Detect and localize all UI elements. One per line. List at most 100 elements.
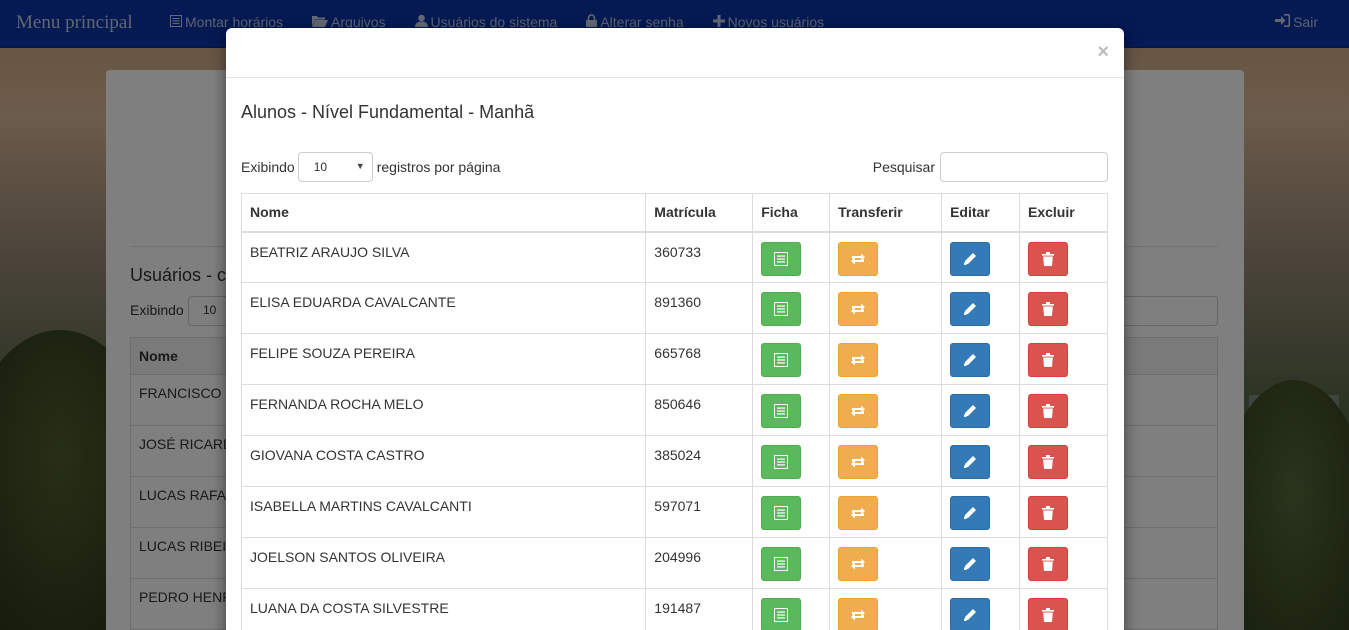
excluir-button[interactable]: [1028, 445, 1068, 479]
student-name: JOELSON SANTOS OLIVEIRA: [240, 537, 647, 589]
ficha-button[interactable]: [761, 496, 802, 530]
retweet-icon: [850, 557, 866, 571]
editar-cell: [941, 537, 1020, 589]
modal-header: ×: [226, 28, 1124, 78]
table-row: FERNANDA ROCHA MELO 850646: [240, 384, 1108, 436]
transferir-button[interactable]: [838, 445, 879, 479]
column-header-editar: Editar: [941, 193, 1020, 233]
ficha-cell: [752, 486, 831, 538]
search-label: Pesquisar: [872, 159, 935, 175]
column-header-ficha: Ficha: [752, 193, 831, 233]
transferir-cell: [829, 231, 943, 283]
excluir-button[interactable]: [1028, 547, 1068, 581]
editar-button[interactable]: [950, 445, 991, 479]
excluir-cell: [1019, 486, 1108, 538]
trash-icon: [1042, 506, 1054, 520]
excluir-cell: [1019, 588, 1108, 630]
close-icon[interactable]: ×: [1097, 41, 1109, 64]
transferir-cell: [829, 384, 943, 436]
pencil-icon: [963, 404, 977, 418]
excluir-button[interactable]: [1028, 241, 1068, 276]
search-input[interactable]: [940, 152, 1108, 182]
editar-button[interactable]: [950, 394, 991, 428]
excluir-button[interactable]: [1028, 598, 1068, 630]
excluir-button[interactable]: [1028, 343, 1068, 377]
retweet-icon: [850, 353, 866, 367]
excluir-cell: [1019, 537, 1108, 589]
ficha-cell: [752, 231, 831, 283]
editar-button[interactable]: [950, 547, 991, 581]
table-row: GIOVANA COSTA CASTRO 385024: [240, 435, 1108, 487]
trash-icon: [1042, 404, 1054, 418]
excluir-button[interactable]: [1028, 292, 1068, 326]
ficha-button[interactable]: [761, 292, 802, 326]
ficha-button[interactable]: [761, 343, 802, 377]
student-name: GIOVANA COSTA CASTRO: [240, 435, 647, 487]
column-header-excluir: Excluir: [1019, 193, 1108, 233]
pencil-icon: [963, 557, 977, 571]
excluir-cell: [1019, 384, 1108, 436]
excluir-cell: [1019, 333, 1108, 385]
ficha-cell: [752, 282, 831, 334]
transferir-button[interactable]: [838, 547, 879, 581]
editar-cell: [941, 384, 1020, 436]
student-registration: 597071: [645, 486, 754, 538]
transferir-button[interactable]: [838, 241, 879, 276]
table-row: ISABELLA MARTINS CAVALCANTI 597071: [240, 486, 1108, 538]
list-alt-icon: [774, 251, 789, 266]
trash-icon: [1042, 608, 1054, 622]
search-control: Pesquisar: [873, 152, 1108, 182]
retweet-icon: [850, 302, 866, 316]
transferir-button[interactable]: [838, 598, 879, 630]
ficha-button[interactable]: [761, 241, 802, 276]
student-registration: 665768: [645, 333, 754, 385]
list-alt-icon: [774, 506, 789, 520]
pencil-icon: [963, 506, 977, 520]
ficha-button[interactable]: [761, 445, 802, 479]
ficha-button[interactable]: [761, 394, 802, 428]
transferir-button[interactable]: [838, 343, 879, 377]
editar-button[interactable]: [950, 292, 991, 326]
editar-button[interactable]: [950, 496, 991, 530]
transferir-button[interactable]: [838, 394, 879, 428]
student-registration: 850646: [645, 384, 754, 436]
list-alt-icon: [774, 608, 789, 622]
editar-button[interactable]: [950, 241, 991, 276]
length-suffix: registros por página: [376, 159, 501, 175]
table-header-row: Nome Matrícula Ficha Transferir Editar E…: [240, 193, 1108, 233]
table-row: LUANA DA COSTA SILVESTRE 191487: [240, 588, 1108, 630]
editar-button[interactable]: [950, 598, 991, 630]
modal-title: Alunos - Nível Fundamental - Manhã: [241, 102, 535, 122]
ficha-cell: [752, 384, 831, 436]
transferir-cell: [829, 486, 943, 538]
editar-cell: [941, 282, 1020, 334]
trash-icon: [1042, 557, 1054, 571]
ficha-cell: [752, 333, 831, 385]
student-name: ELISA EDUARDA CAVALCANTE: [240, 282, 647, 334]
retweet-icon: [850, 455, 866, 469]
ficha-cell: [752, 588, 831, 630]
student-registration: 360733: [645, 231, 754, 283]
retweet-icon: [850, 506, 866, 520]
ficha-button[interactable]: [761, 547, 802, 581]
excluir-button[interactable]: [1028, 496, 1068, 530]
table-row: JOELSON SANTOS OLIVEIRA 204996: [240, 537, 1108, 589]
column-header-matricula[interactable]: Matrícula: [645, 193, 754, 233]
column-header-nome[interactable]: Nome: [240, 193, 647, 233]
transferir-button[interactable]: [838, 292, 879, 326]
editar-cell: [941, 231, 1020, 283]
retweet-icon: [850, 404, 866, 418]
excluir-button[interactable]: [1028, 394, 1068, 428]
ficha-cell: [752, 435, 831, 487]
transferir-cell: [829, 333, 943, 385]
table-row: BEATRIZ ARAUJO SILVA 360733: [240, 231, 1108, 283]
trash-icon: [1042, 353, 1054, 367]
transferir-cell: [829, 435, 943, 487]
ficha-button[interactable]: [761, 598, 802, 630]
transferir-button[interactable]: [838, 496, 879, 530]
editar-button[interactable]: [950, 343, 991, 377]
excluir-cell: [1019, 435, 1108, 487]
page-size-select[interactable]: 10 ▼: [297, 152, 373, 182]
pencil-icon: [963, 252, 977, 266]
transferir-cell: [829, 537, 943, 589]
